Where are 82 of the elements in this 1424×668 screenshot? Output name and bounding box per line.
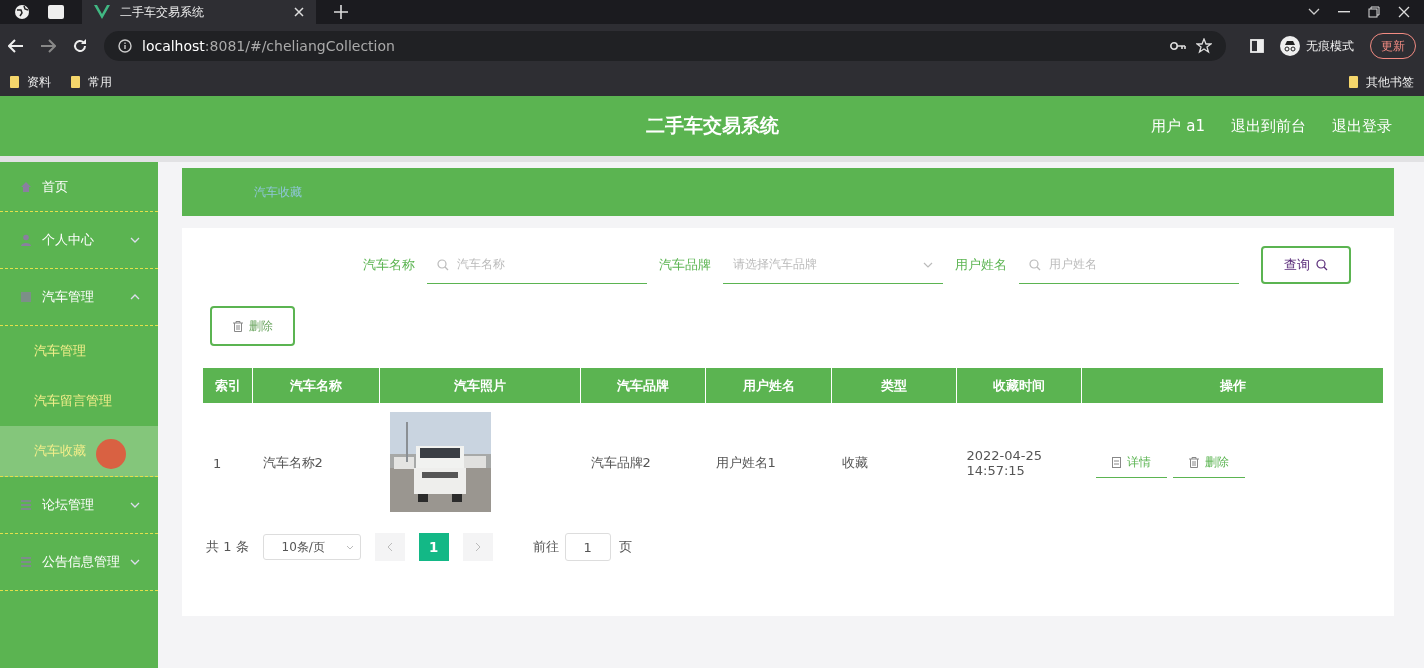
search-icon: [437, 258, 449, 271]
side-panel-icon[interactable]: [1250, 39, 1264, 53]
column-header: 收藏时间: [956, 368, 1082, 403]
submenu-item[interactable]: 汽车管理: [0, 326, 158, 376]
page-number[interactable]: 1: [418, 533, 449, 561]
search-icon: [1316, 259, 1328, 271]
document-icon: [1111, 457, 1121, 468]
chevron-right-icon: [474, 542, 481, 552]
table-cell: 用户姓名1: [705, 403, 832, 523]
app-title: 二手车交易系统: [645, 113, 779, 138]
other-bookmarks[interactable]: 其他书签: [1349, 73, 1414, 91]
page-size-select[interactable]: 10条/页: [262, 534, 361, 560]
header-link[interactable]: 退出到前台: [1231, 116, 1306, 136]
menu-item[interactable]: 论坛管理: [0, 477, 158, 534]
trash-icon: [232, 320, 243, 332]
field-label: 用户姓名: [955, 256, 1007, 274]
key-icon[interactable]: [1170, 41, 1186, 51]
select-field[interactable]: 请选择汽车品牌: [723, 246, 943, 284]
goto-label: 前往: [532, 538, 559, 556]
forward-icon[interactable]: [40, 39, 56, 53]
url-text: localhost:8081/#/cheliangCollection: [142, 38, 395, 54]
delete-button[interactable]: 删除: [210, 306, 295, 346]
menu-item[interactable]: 个人中心: [0, 212, 158, 269]
person-icon: [20, 234, 32, 246]
search-field[interactable]: 用户姓名: [1019, 246, 1239, 284]
table-cell: 汽车名称2: [252, 403, 380, 523]
table-cell: 1: [203, 403, 253, 523]
bookmark[interactable]: 常用: [71, 73, 112, 91]
breadcrumb[interactable]: 汽车收藏: [254, 183, 302, 201]
column-header: 汽车品牌: [580, 368, 706, 403]
submenu-item[interactable]: 汽车留言管理: [0, 376, 158, 426]
tab-title: 二手车交易系统: [120, 3, 205, 21]
incognito-icon: [1280, 36, 1300, 56]
bookmark[interactable]: 资料: [10, 73, 51, 91]
trash-icon: [1188, 457, 1199, 468]
table-cell: 2022-04-25 14:57:15: [956, 403, 1082, 523]
total-count: 共 1 条: [206, 538, 249, 556]
page-input[interactable]: 1: [564, 533, 611, 561]
user-label: 用户 a1: [1151, 116, 1205, 136]
column-header: 索引: [203, 368, 253, 403]
field-label: 汽车名称: [363, 256, 415, 274]
address-bar[interactable]: localhost:8081/#/cheliangCollection: [104, 31, 1226, 61]
delete-link[interactable]: 删除: [1172, 448, 1245, 478]
details-link[interactable]: 详情: [1095, 448, 1167, 478]
v-logo-icon: [94, 5, 110, 19]
column-header: 汽车名称: [252, 368, 380, 403]
chevron-left-icon: [386, 542, 393, 552]
close-icon[interactable]: [294, 7, 304, 17]
new-tab-icon[interactable]: [334, 5, 348, 19]
menu-item[interactable]: 汽车管理: [0, 269, 158, 326]
browser-tab[interactable]: 二手车交易系统: [82, 0, 316, 24]
search-icon: [1029, 258, 1041, 271]
chevron-down-icon: [345, 544, 354, 550]
menu-item[interactable]: 首页: [0, 162, 158, 212]
menu-item[interactable]: 公告信息管理: [0, 534, 158, 591]
close-icon[interactable]: [1398, 6, 1410, 18]
back-icon[interactable]: [8, 39, 24, 53]
reload-icon[interactable]: [72, 38, 88, 54]
list-icon: [20, 556, 32, 568]
incognito-badge[interactable]: 无痕模式: [1280, 36, 1354, 56]
home-icon: [20, 180, 32, 193]
globe-icon[interactable]: [14, 4, 30, 20]
search-field[interactable]: 汽车名称: [427, 246, 647, 284]
table-cell: 收藏: [831, 403, 957, 523]
chevron-down-icon[interactable]: [1308, 8, 1320, 16]
column-header: 汽车照片: [379, 368, 581, 403]
header-link[interactable]: 退出登录: [1332, 116, 1392, 136]
search-button[interactable]: 查询: [1261, 246, 1351, 284]
column-header: 用户姓名: [705, 368, 832, 403]
star-icon[interactable]: [1196, 38, 1212, 54]
column-header: 类型: [831, 368, 957, 403]
submenu-item[interactable]: 汽车收藏: [0, 426, 158, 477]
restore-icon[interactable]: [1368, 6, 1380, 18]
field-label: 汽车品牌: [659, 256, 711, 274]
table-cell: 汽车品牌2: [580, 403, 706, 523]
minimize-icon[interactable]: [1338, 11, 1350, 13]
info-icon: [118, 39, 132, 53]
column-header: 操作: [1081, 368, 1384, 403]
incognito-label: 无痕模式: [1306, 37, 1354, 55]
chevron-down-icon: [923, 261, 933, 268]
page-suffix: 页: [618, 538, 632, 556]
list-icon: [20, 499, 32, 511]
